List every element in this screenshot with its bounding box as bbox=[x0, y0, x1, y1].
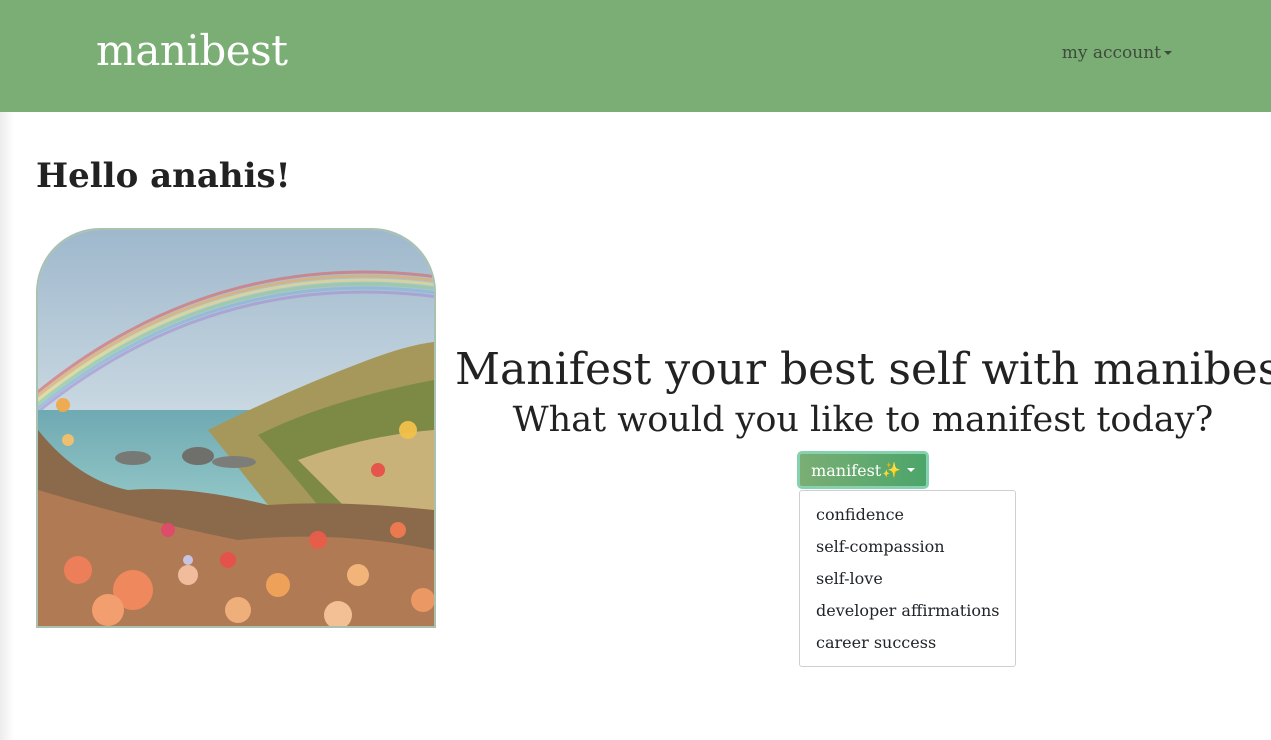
dropdown-item-self-compassion[interactable]: self-compassion bbox=[800, 533, 1015, 565]
my-account-label: my account bbox=[1061, 43, 1161, 63]
page-edge-shade bbox=[0, 112, 14, 740]
hero-title: Manifest your best self with manibest! bbox=[455, 344, 1271, 395]
dropdown-item-self-love[interactable]: self-love bbox=[800, 565, 1015, 597]
dropdown-item-developer-affirmations[interactable]: developer affirmations bbox=[800, 597, 1015, 629]
greeting-heading: Hello anahis! bbox=[36, 156, 291, 196]
my-account-dropdown-toggle[interactable]: my account bbox=[1062, 43, 1172, 63]
manifest-dropdown-button[interactable]: manifest ✨ bbox=[797, 451, 929, 489]
hero-subtitle: What would you like to manifest today? bbox=[512, 400, 1214, 440]
manifest-button-label: manifest bbox=[811, 460, 882, 480]
brand-logo[interactable]: manibest bbox=[96, 26, 288, 75]
caret-down-icon bbox=[906, 468, 915, 472]
hero-landscape-image bbox=[36, 228, 436, 628]
navbar: manibest my account bbox=[0, 0, 1271, 112]
manifest-dropdown-menu: confidence self-compassion self-love dev… bbox=[799, 490, 1016, 667]
caret-down-icon bbox=[1164, 51, 1172, 55]
sparkles-icon: ✨ bbox=[882, 461, 901, 479]
dropdown-item-career-success[interactable]: career success bbox=[800, 629, 1015, 661]
dropdown-item-confidence[interactable]: confidence bbox=[800, 501, 1015, 533]
